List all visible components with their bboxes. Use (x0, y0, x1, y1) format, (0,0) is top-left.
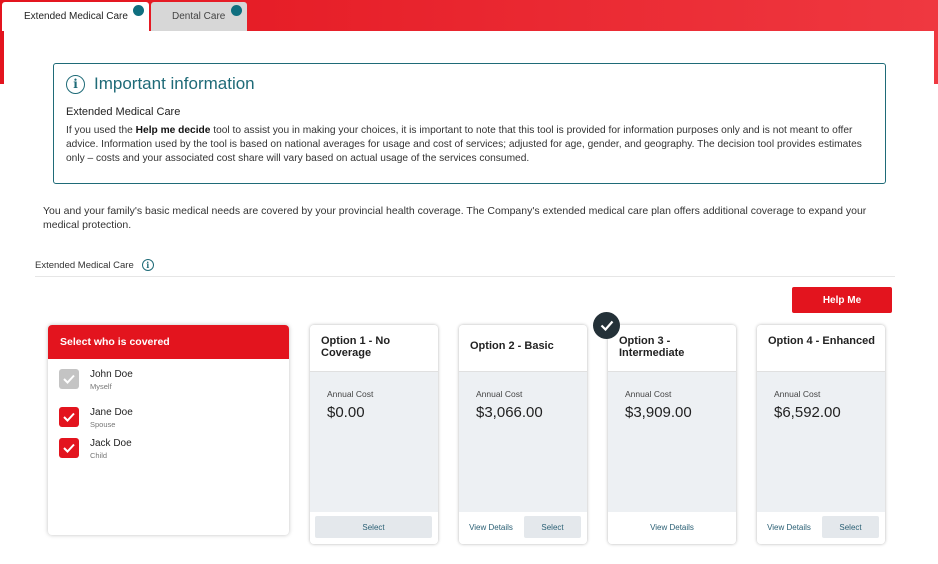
annual-cost-label: Annual Cost (476, 389, 523, 399)
member-checkbox[interactable] (59, 438, 79, 458)
view-details-button[interactable]: View Details (463, 516, 519, 538)
member-name: Jane Doe (90, 407, 133, 418)
annual-cost-value: $6,592.00 (774, 404, 841, 421)
option-title: Option 2 - Basic (470, 340, 554, 352)
annual-cost-label: Annual Cost (774, 389, 821, 399)
member-relation: Spouse (90, 420, 116, 429)
annual-cost-label: Annual Cost (625, 389, 672, 399)
option-title: Option 4 - Enhanced (768, 335, 875, 347)
member-checkbox[interactable] (59, 407, 79, 427)
member-john-doe: John Doe Myself (59, 369, 133, 391)
option-body: Annual Cost $0.00 (310, 372, 438, 512)
select-button[interactable]: Select (315, 516, 432, 538)
member-relation: Child (90, 451, 108, 460)
tab-label: Dental Care (172, 11, 226, 22)
option-body: Annual Cost $3,909.00 (608, 372, 736, 512)
option-card-4[interactable]: Option 4 - Enhanced Annual Cost $6,592.0… (757, 325, 885, 544)
option-header: Option 4 - Enhanced (757, 325, 885, 372)
divider (35, 276, 895, 277)
check-icon (63, 443, 75, 453)
selected-badge (593, 312, 620, 339)
member-checkbox[interactable] (59, 369, 79, 389)
member-name: Jack Doe (90, 438, 132, 449)
covered-header: Select who is covered (48, 325, 289, 359)
info-body-pre: If you used the (66, 125, 136, 136)
view-details-button[interactable]: View Details (638, 516, 706, 538)
info-subheading: Extended Medical Care (66, 106, 181, 118)
option-header: Option 1 - No Coverage (310, 325, 438, 372)
member-relation: Myself (90, 382, 112, 391)
option-header: Option 3 - Intermediate (608, 325, 736, 372)
option-footer: View Details Select (757, 512, 885, 544)
select-button[interactable]: Select (524, 516, 581, 538)
member-jack-doe: Jack Doe Child (59, 438, 132, 460)
member-jane-doe: Jane Doe Spouse (59, 407, 133, 429)
intro-text: You and your family's basic medical need… (43, 205, 867, 231)
option-card-1[interactable]: Option 1 - No Coverage Annual Cost $0.00… (310, 325, 438, 544)
info-body-bold: Help me decide (135, 125, 211, 136)
option-footer: View Details Select (459, 512, 587, 544)
select-button[interactable]: Select (822, 516, 879, 538)
member-text: Jack Doe Child (90, 438, 132, 460)
check-icon (600, 320, 613, 331)
important-information-box: i Important information Extended Medical… (53, 63, 886, 184)
option-footer: View Details (608, 512, 736, 544)
member-text: Jane Doe Spouse (90, 407, 133, 429)
option-footer: Select (310, 512, 438, 544)
option-title: Option 3 - Intermediate (619, 335, 685, 359)
option-title: Option 1 - No Coverage (321, 335, 391, 359)
view-details-button[interactable]: View Details (761, 516, 817, 538)
check-icon (63, 374, 75, 384)
option-body: Annual Cost $3,066.00 (459, 372, 587, 512)
option-card-2[interactable]: Option 2 - Basic Annual Cost $3,066.00 V… (459, 325, 587, 544)
tab-extended-medical-care[interactable]: Extended Medical Care (2, 2, 149, 31)
member-name: John Doe (90, 369, 133, 380)
info-circle-icon[interactable]: i (141, 259, 154, 271)
info-heading: Important information (94, 74, 255, 93)
section-label-text: Extended Medical Care (35, 259, 134, 271)
notification-dot-icon (231, 5, 242, 16)
check-icon (63, 412, 75, 422)
info-title: i Important information (66, 74, 255, 94)
info-circle-icon: i (66, 74, 85, 94)
covered-members-card: Select who is covered John Doe Myself Ja… (48, 325, 289, 535)
member-text: John Doe Myself (90, 369, 133, 391)
tab-dental-care[interactable]: Dental Care (151, 2, 247, 31)
annual-cost-value: $3,909.00 (625, 404, 692, 421)
tab-label: Extended Medical Care (24, 11, 128, 22)
section-label: Extended Medical Care i (35, 259, 154, 271)
notification-dot-icon (133, 5, 144, 16)
annual-cost-label: Annual Cost (327, 389, 374, 399)
info-body: If you used the Help me decide tool to a… (66, 124, 866, 166)
option-header: Option 2 - Basic (459, 325, 587, 372)
option-body: Annual Cost $6,592.00 (757, 372, 885, 512)
annual-cost-value: $0.00 (327, 404, 365, 421)
option-card-3[interactable]: Option 3 - Intermediate Annual Cost $3,9… (608, 325, 736, 544)
annual-cost-value: $3,066.00 (476, 404, 543, 421)
help-me-button[interactable]: Help Me (792, 287, 892, 313)
